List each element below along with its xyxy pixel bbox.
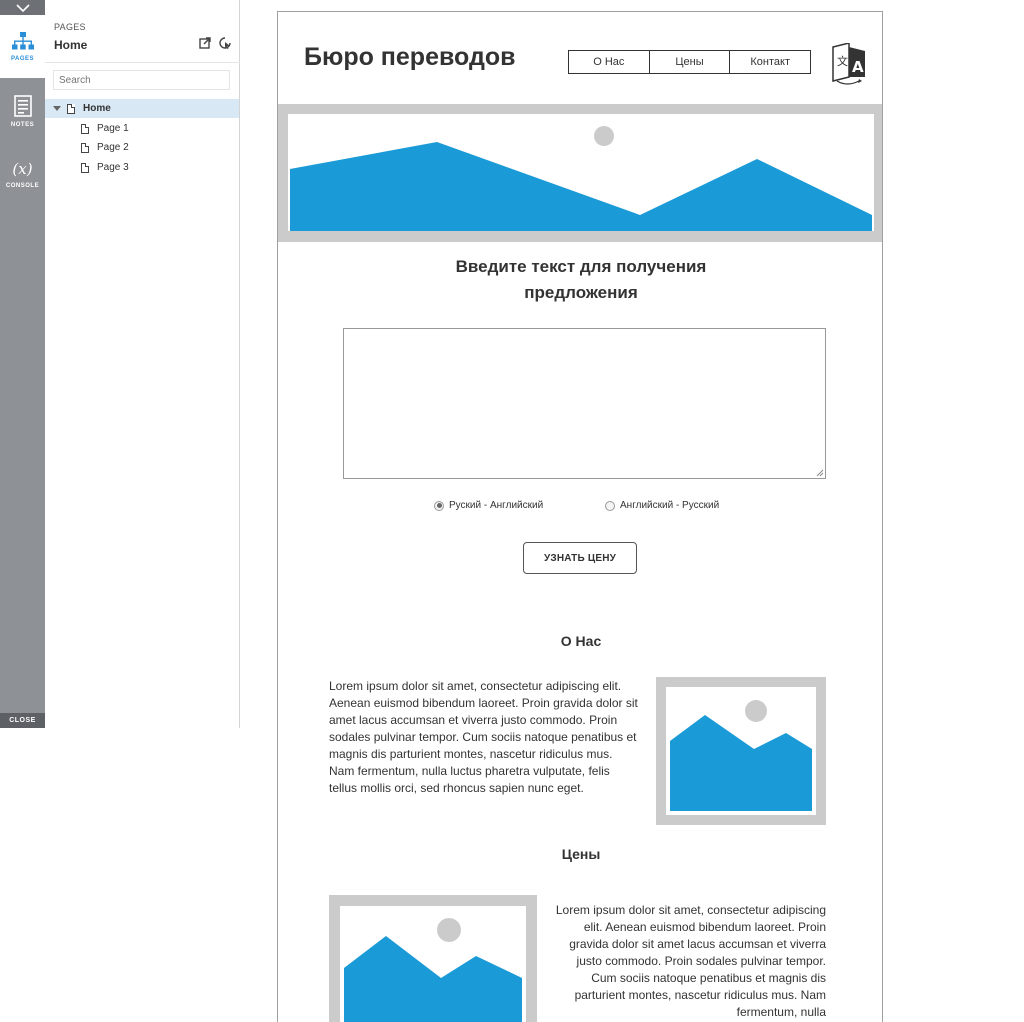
panel-actions [199, 37, 231, 49]
quote-prompt-line-1: Введите текст для получения [455, 257, 707, 276]
translate-icon: 文 A [832, 43, 865, 85]
search-input[interactable] [53, 70, 230, 90]
radio-en-ru[interactable]: Английский - Русский [605, 500, 719, 511]
about-text: Lorem ipsum dolor sit amet, consectetur … [329, 679, 638, 795]
panel-divider [45, 62, 240, 63]
about-section-title: О Нас [560, 633, 602, 649]
top-nav: О Нас Цены Контакт [568, 50, 811, 74]
site-title: Бюро переводов [304, 43, 516, 71]
tree-item-page-3[interactable]: Page 3 [45, 158, 239, 177]
current-page-title: Home [54, 38, 88, 52]
tab-console[interactable]: (x) CONSOLE [0, 143, 45, 206]
tree-item-page-2[interactable]: Page 2 [45, 138, 239, 157]
locate-page-icon[interactable] [219, 37, 231, 49]
get-price-button[interactable]: УЗНАТЬ ЦЕНУ [523, 542, 637, 574]
collapse-toggle[interactable] [0, 0, 45, 15]
nav-item-contact[interactable]: Контакт [730, 51, 811, 73]
about-image-placeholder [656, 677, 826, 825]
sidebar-rail: PAGES NOTES (x) CONSOLE CLOSE [0, 0, 45, 728]
nav-item-about[interactable]: О Нас [569, 51, 650, 73]
prices-image-placeholder [329, 895, 537, 1022]
nav-item-prices[interactable]: Цены [649, 51, 731, 73]
tree-item-page-1[interactable]: Page 1 [45, 119, 239, 138]
radio-button-unchecked[interactable] [605, 500, 615, 511]
prices-text: Lorem ipsum dolor sit amet, consectetur … [555, 903, 826, 1019]
tree-item-label: Page 2 [97, 142, 129, 153]
svg-text:A: A [852, 58, 864, 76]
tab-console-label: CONSOLE [5, 183, 40, 189]
expand-arrow-icon[interactable] [53, 106, 61, 111]
radio-ru-en[interactable]: Руский - Английский [434, 500, 543, 511]
image-placeholder-icon [670, 700, 812, 811]
tab-notes[interactable]: NOTES [0, 80, 45, 143]
hero-image-placeholder [278, 104, 882, 242]
page-icon [81, 123, 89, 134]
chevron-down-icon [15, 3, 30, 12]
tab-pages-label: PAGES [10, 56, 35, 62]
tab-notes-label: NOTES [10, 122, 35, 128]
text-input-area[interactable] [343, 328, 826, 479]
tree-item-label: Page 3 [97, 162, 129, 173]
page-icon [67, 103, 75, 114]
page-icon [81, 162, 89, 173]
radio-button-checked[interactable] [434, 500, 444, 511]
tree-item-home[interactable]: Home [45, 99, 239, 118]
notes-icon [13, 95, 32, 117]
console-icon: (x) [12, 160, 33, 178]
prices-section-title: Цены [561, 846, 601, 862]
panel-section-label: PAGES [54, 22, 86, 32]
radio-label: Английский - Русский [620, 500, 720, 511]
open-external-icon[interactable] [199, 37, 211, 49]
wireframe-page: Бюро переводов О Нас Цены Контакт 文 A Вв… [277, 11, 883, 1022]
page-icon [81, 142, 89, 153]
tree-item-label: Home [83, 103, 111, 114]
resize-grip-icon[interactable] [816, 469, 824, 477]
image-placeholder-icon [344, 918, 522, 1022]
quote-prompt-heading: Введите текст для получения предложения [278, 254, 882, 306]
close-button[interactable]: CLOSE [0, 713, 45, 728]
radio-label: Руский - Английский [449, 500, 544, 511]
quote-prompt-line-2: предложения [524, 283, 638, 302]
landscape-placeholder-icon [290, 126, 872, 231]
pages-panel: PAGES Home Home Page 1 Page 2 Page 3 [45, 0, 240, 728]
tree-item-label: Page 1 [97, 123, 129, 134]
tab-pages[interactable]: PAGES [0, 15, 45, 78]
sitemap-icon [11, 32, 34, 50]
svg-text:文: 文 [837, 54, 848, 68]
